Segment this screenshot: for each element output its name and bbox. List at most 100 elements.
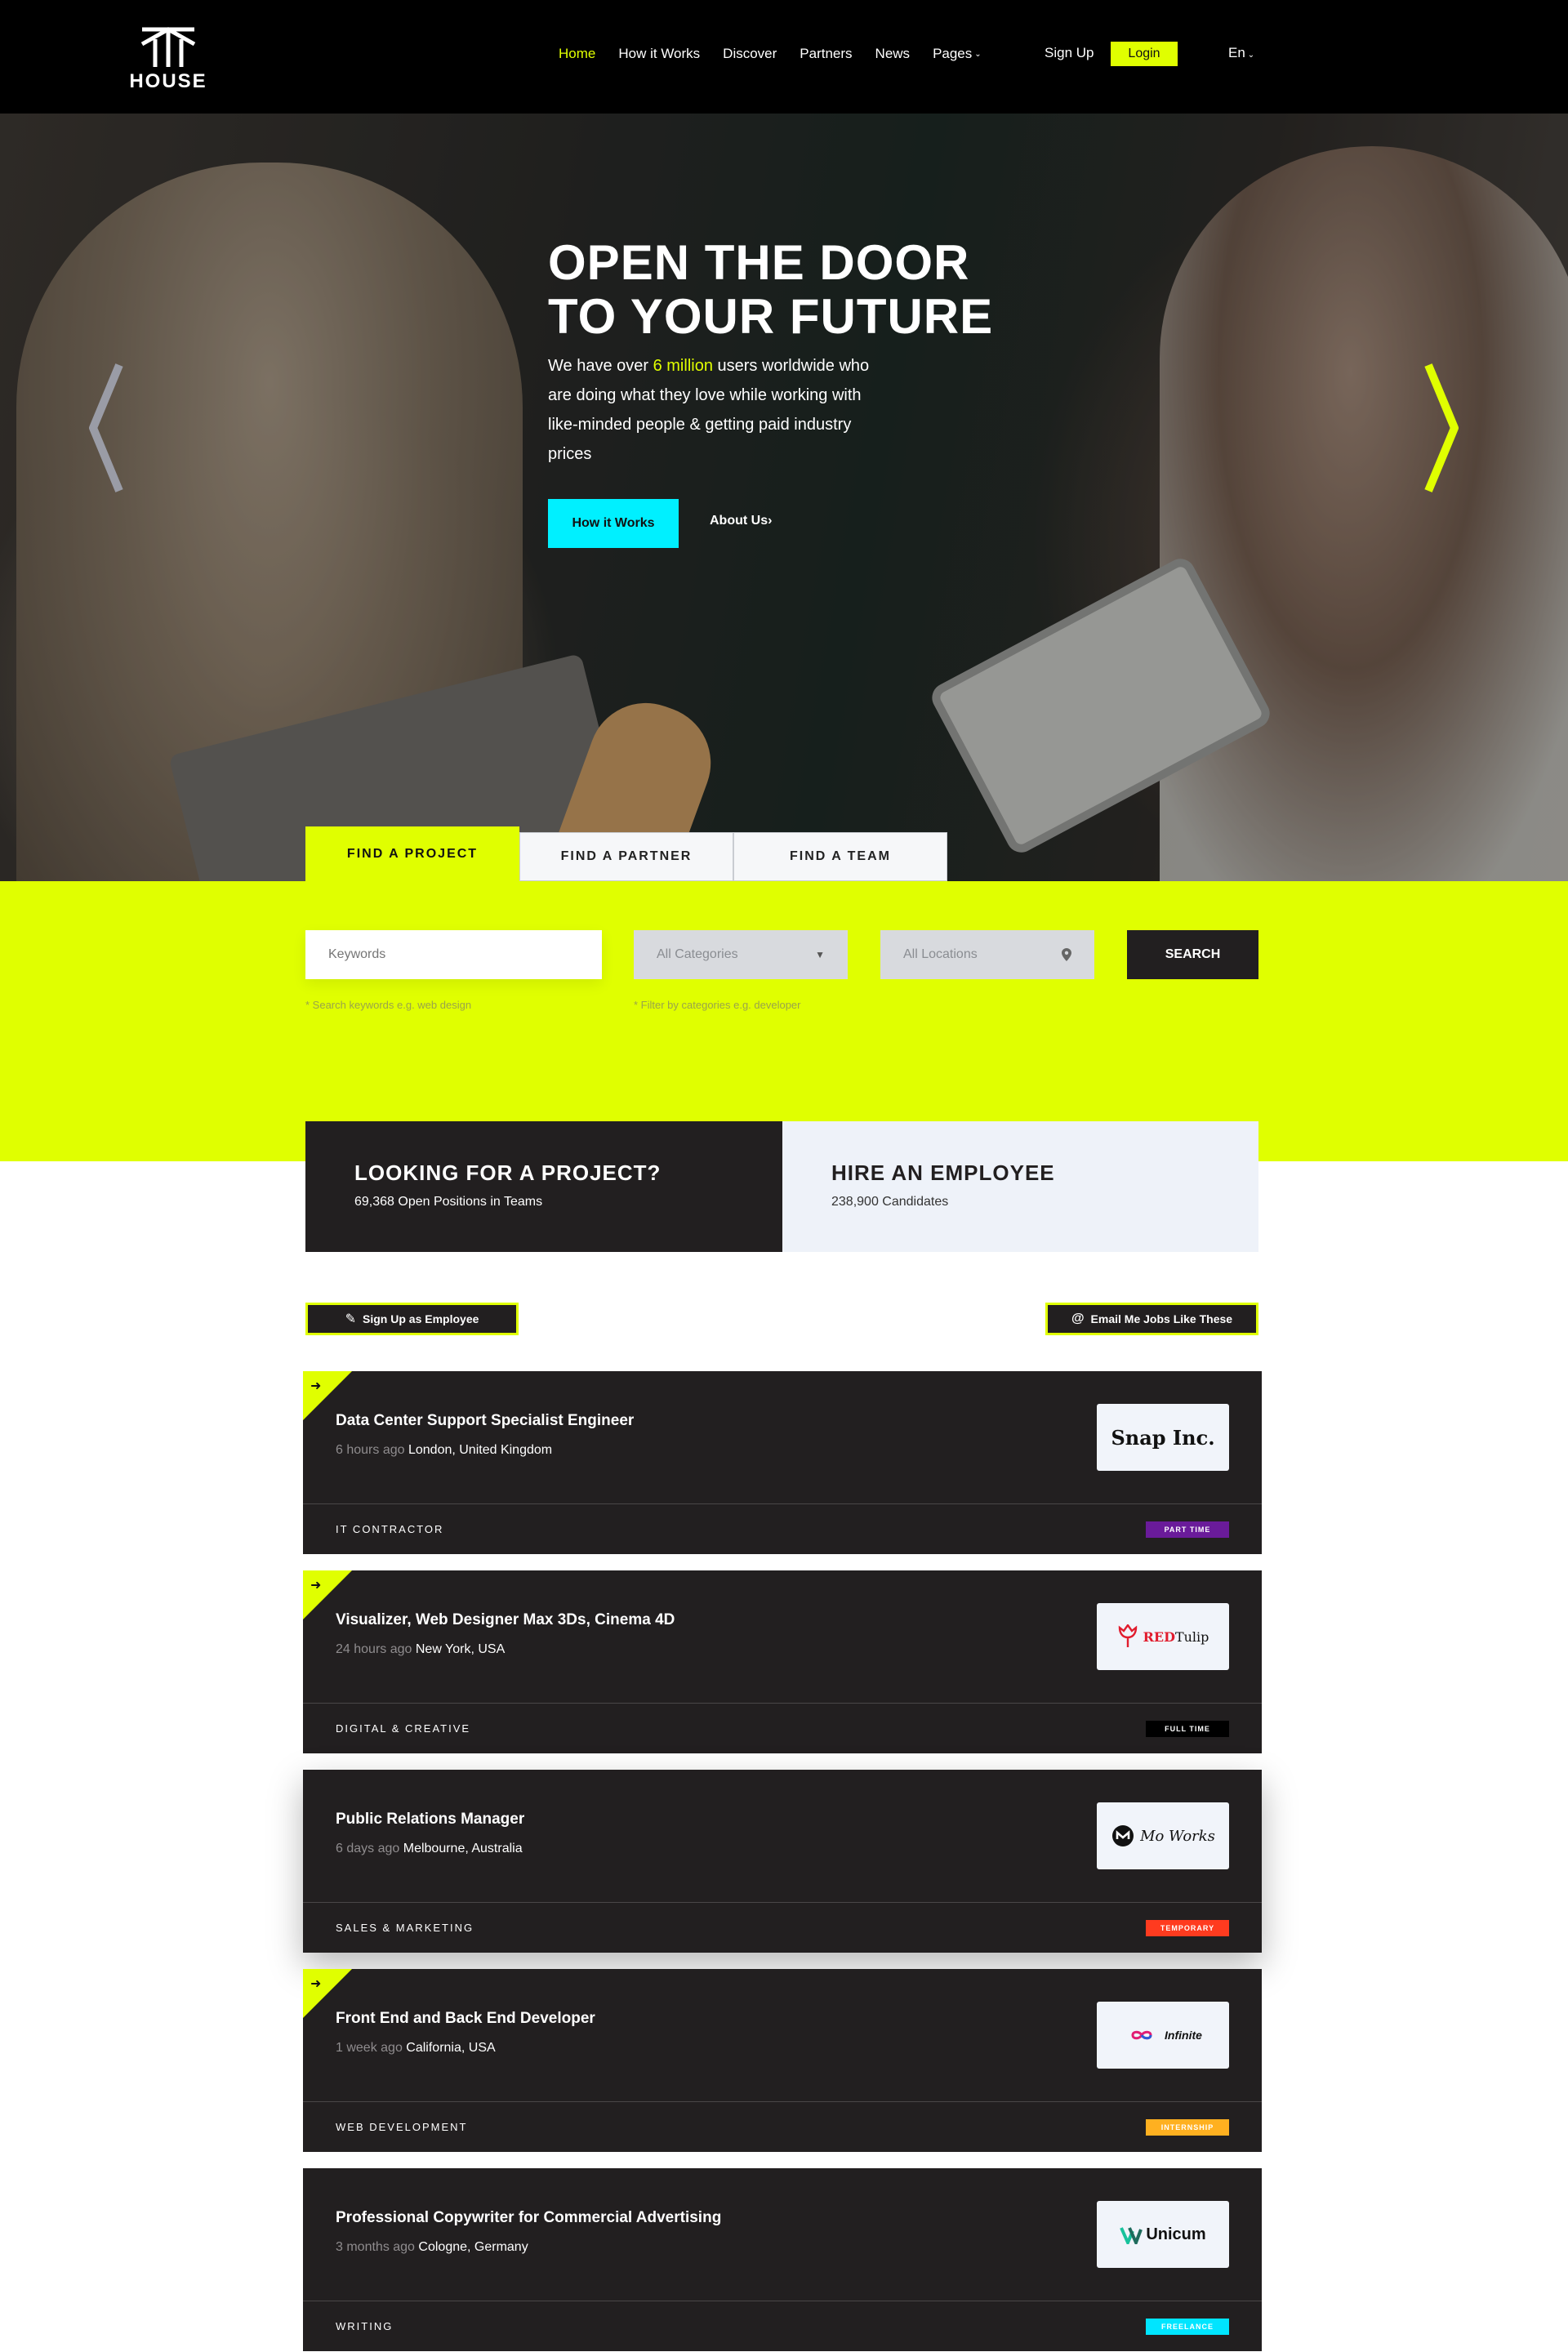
keywords-input[interactable] <box>305 930 602 979</box>
job-category: WEB DEVELOPMENT <box>336 2121 468 2133</box>
project-stat-title: LOOKING FOR A PROJECT? <box>354 1160 662 1185</box>
tulip-icon <box>1118 1624 1137 1647</box>
lightning-icon: ➜ <box>310 1579 322 1592</box>
chevron-down-icon: ⌄ <box>1247 51 1255 60</box>
job-category: DIGITAL & CREATIVE <box>336 1722 471 1735</box>
tab-find-partner[interactable]: FIND A PARTNER <box>519 832 733 881</box>
email-jobs-button[interactable]: @ Email Me Jobs Like These <box>1045 1303 1258 1335</box>
company-logo: REDTulip <box>1097 1603 1229 1670</box>
job-title[interactable]: Public Relations Manager <box>336 1811 524 1829</box>
pencil-icon: ✎ <box>345 1312 357 1326</box>
nav-pages[interactable]: Pages ⌄ <box>933 46 982 62</box>
job-posted-ago: 3 months ago <box>336 2240 415 2254</box>
nav-news[interactable]: News <box>875 46 911 62</box>
nav-partners-label: Partners <box>800 46 853 61</box>
job-title[interactable]: Professional Copywriter for Commercial A… <box>336 2209 721 2227</box>
nav-how-it-works[interactable]: How it Works <box>618 46 700 62</box>
chevron-down-icon: ⌄ <box>974 49 982 59</box>
company-logo: Infinite <box>1097 2002 1229 2069</box>
locations-select[interactable]: All Locations <box>880 930 1094 979</box>
unicum-mark-icon <box>1120 2227 1143 2244</box>
job-location: Cologne, Germany <box>418 2240 528 2254</box>
nav-news-label: News <box>875 46 911 61</box>
job-type-badge: INTERNSHIP <box>1146 2119 1229 2136</box>
job-card[interactable]: ➜ Visualizer, Web Designer Max 3Ds, Cine… <box>303 1570 1262 1753</box>
job-type-badge: FULL TIME <box>1146 1721 1229 1737</box>
hero-desc-before: We have over <box>548 357 653 375</box>
slider-prev-arrow-icon[interactable] <box>82 359 131 497</box>
job-meta: 6 hours ago London, United Kingdom <box>336 1443 552 1458</box>
employee-stat-card[interactable]: HIRE AN EMPLOYEE 238,900 Candidates <box>782 1121 1258 1252</box>
job-location: London, United Kingdom <box>408 1443 553 1457</box>
job-card[interactable]: ➜ Data Center Support Specialist Enginee… <box>303 1371 1262 1554</box>
locations-value: All Locations <box>903 947 978 961</box>
tab-find-project[interactable]: FIND A PROJECT <box>305 826 519 881</box>
employee-stat-sub: 238,900 Candidates <box>831 1195 949 1209</box>
job-type-badge: FREELANCE <box>1146 2319 1229 2335</box>
hero-title-line2: TO YOUR FUTURE <box>548 289 994 344</box>
project-stat-sub: 69,368 Open Positions in Teams <box>354 1195 543 1209</box>
keywords-hint: * Search keywords e.g. web design <box>305 999 472 1011</box>
hero-overlay <box>0 114 1568 881</box>
language-selector[interactable]: En ⌄ <box>1228 45 1254 61</box>
nav-home[interactable]: Home <box>559 46 595 62</box>
main-nav: Home How it Works Discover Partners News… <box>559 44 1004 64</box>
job-divider <box>303 1902 1262 1903</box>
mo-works-mark-icon <box>1112 1825 1134 1846</box>
job-type-badge: PART TIME <box>1146 1521 1229 1538</box>
job-posted-ago: 6 days ago <box>336 1842 400 1855</box>
slider-next-arrow-icon[interactable] <box>1417 359 1466 497</box>
company-name-prefix: RED <box>1143 1628 1175 1645</box>
job-location: California, USA <box>406 2041 496 2055</box>
company-logo: Snap Inc. <box>1097 1404 1229 1471</box>
site-header: HOUSE Home How it Works Discover Partner… <box>0 0 1568 114</box>
house-logo[interactable]: HOUSE <box>127 26 209 95</box>
company-name: Snap Inc. <box>1111 1425 1215 1450</box>
job-posted-ago: 24 hours ago <box>336 1642 412 1656</box>
nav-pages-label: Pages <box>933 46 973 61</box>
company-name: Infinite <box>1165 2029 1202 2042</box>
hero-desc-highlight: 6 million <box>653 357 713 375</box>
at-icon: @ <box>1071 1312 1085 1325</box>
project-stat-card[interactable]: LOOKING FOR A PROJECT? 69,368 Open Posit… <box>305 1121 782 1252</box>
job-location: New York, USA <box>415 1642 506 1656</box>
how-it-works-button[interactable]: How it Works <box>548 499 679 548</box>
about-us-link[interactable]: About Us› <box>710 514 772 528</box>
brand-name: HOUSE <box>129 70 207 92</box>
tab-find-team[interactable]: FIND A TEAM <box>733 832 947 881</box>
nav-discover[interactable]: Discover <box>723 46 777 62</box>
job-meta: 6 days ago Melbourne, Australia <box>336 1842 523 1856</box>
job-card[interactable]: ➜ Front End and Back End Developer 1 wee… <box>303 1969 1262 2152</box>
employee-stat-title: HIRE AN EMPLOYEE <box>831 1160 1055 1185</box>
job-category: WRITING <box>336 2320 394 2332</box>
lightning-icon: ➜ <box>310 1379 322 1393</box>
signup-link[interactable]: Sign Up <box>1045 45 1094 61</box>
job-posted-ago: 1 week ago <box>336 2041 403 2055</box>
nav-partners[interactable]: Partners <box>800 46 852 62</box>
house-logo-icon <box>140 27 196 67</box>
hero-section: OPEN THE DOOR TO YOUR FUTURE We have ove… <box>0 114 1568 881</box>
location-pin-icon <box>1062 948 1071 961</box>
job-meta: 24 hours ago New York, USA <box>336 1642 505 1657</box>
job-card[interactable]: Public Relations Manager 6 days ago Melb… <box>303 1770 1262 1953</box>
job-divider <box>303 2101 1262 2102</box>
search-tabs: FIND A PROJECT FIND A PARTNER FIND A TEA… <box>305 826 947 881</box>
job-location: Melbourne, Australia <box>403 1842 523 1855</box>
job-title[interactable]: Data Center Support Specialist Engineer <box>336 1412 634 1430</box>
company-name: Mo Works <box>1140 1827 1215 1845</box>
signup-employee-button[interactable]: ✎ Sign Up as Employee <box>305 1303 519 1335</box>
job-card[interactable]: Professional Copywriter for Commercial A… <box>303 2168 1262 2351</box>
categories-select[interactable]: All Categories ▼ <box>634 930 848 979</box>
about-us-label: About Us <box>710 514 768 528</box>
email-jobs-label: Email Me Jobs Like These <box>1090 1312 1233 1325</box>
job-title[interactable]: Visualizer, Web Designer Max 3Ds, Cinema… <box>336 1611 675 1629</box>
chevron-down-icon: ▼ <box>815 949 825 960</box>
login-button[interactable]: Login <box>1111 42 1178 66</box>
nav-home-label: Home <box>559 46 596 61</box>
nav-how-label: How it Works <box>618 46 701 61</box>
job-divider <box>303 1503 1262 1504</box>
search-button[interactable]: SEARCH <box>1127 930 1258 979</box>
job-category: SALES & MARKETING <box>336 1922 474 1934</box>
job-title[interactable]: Front End and Back End Developer <box>336 2010 595 2028</box>
company-name: Unicum <box>1146 2225 1206 2243</box>
